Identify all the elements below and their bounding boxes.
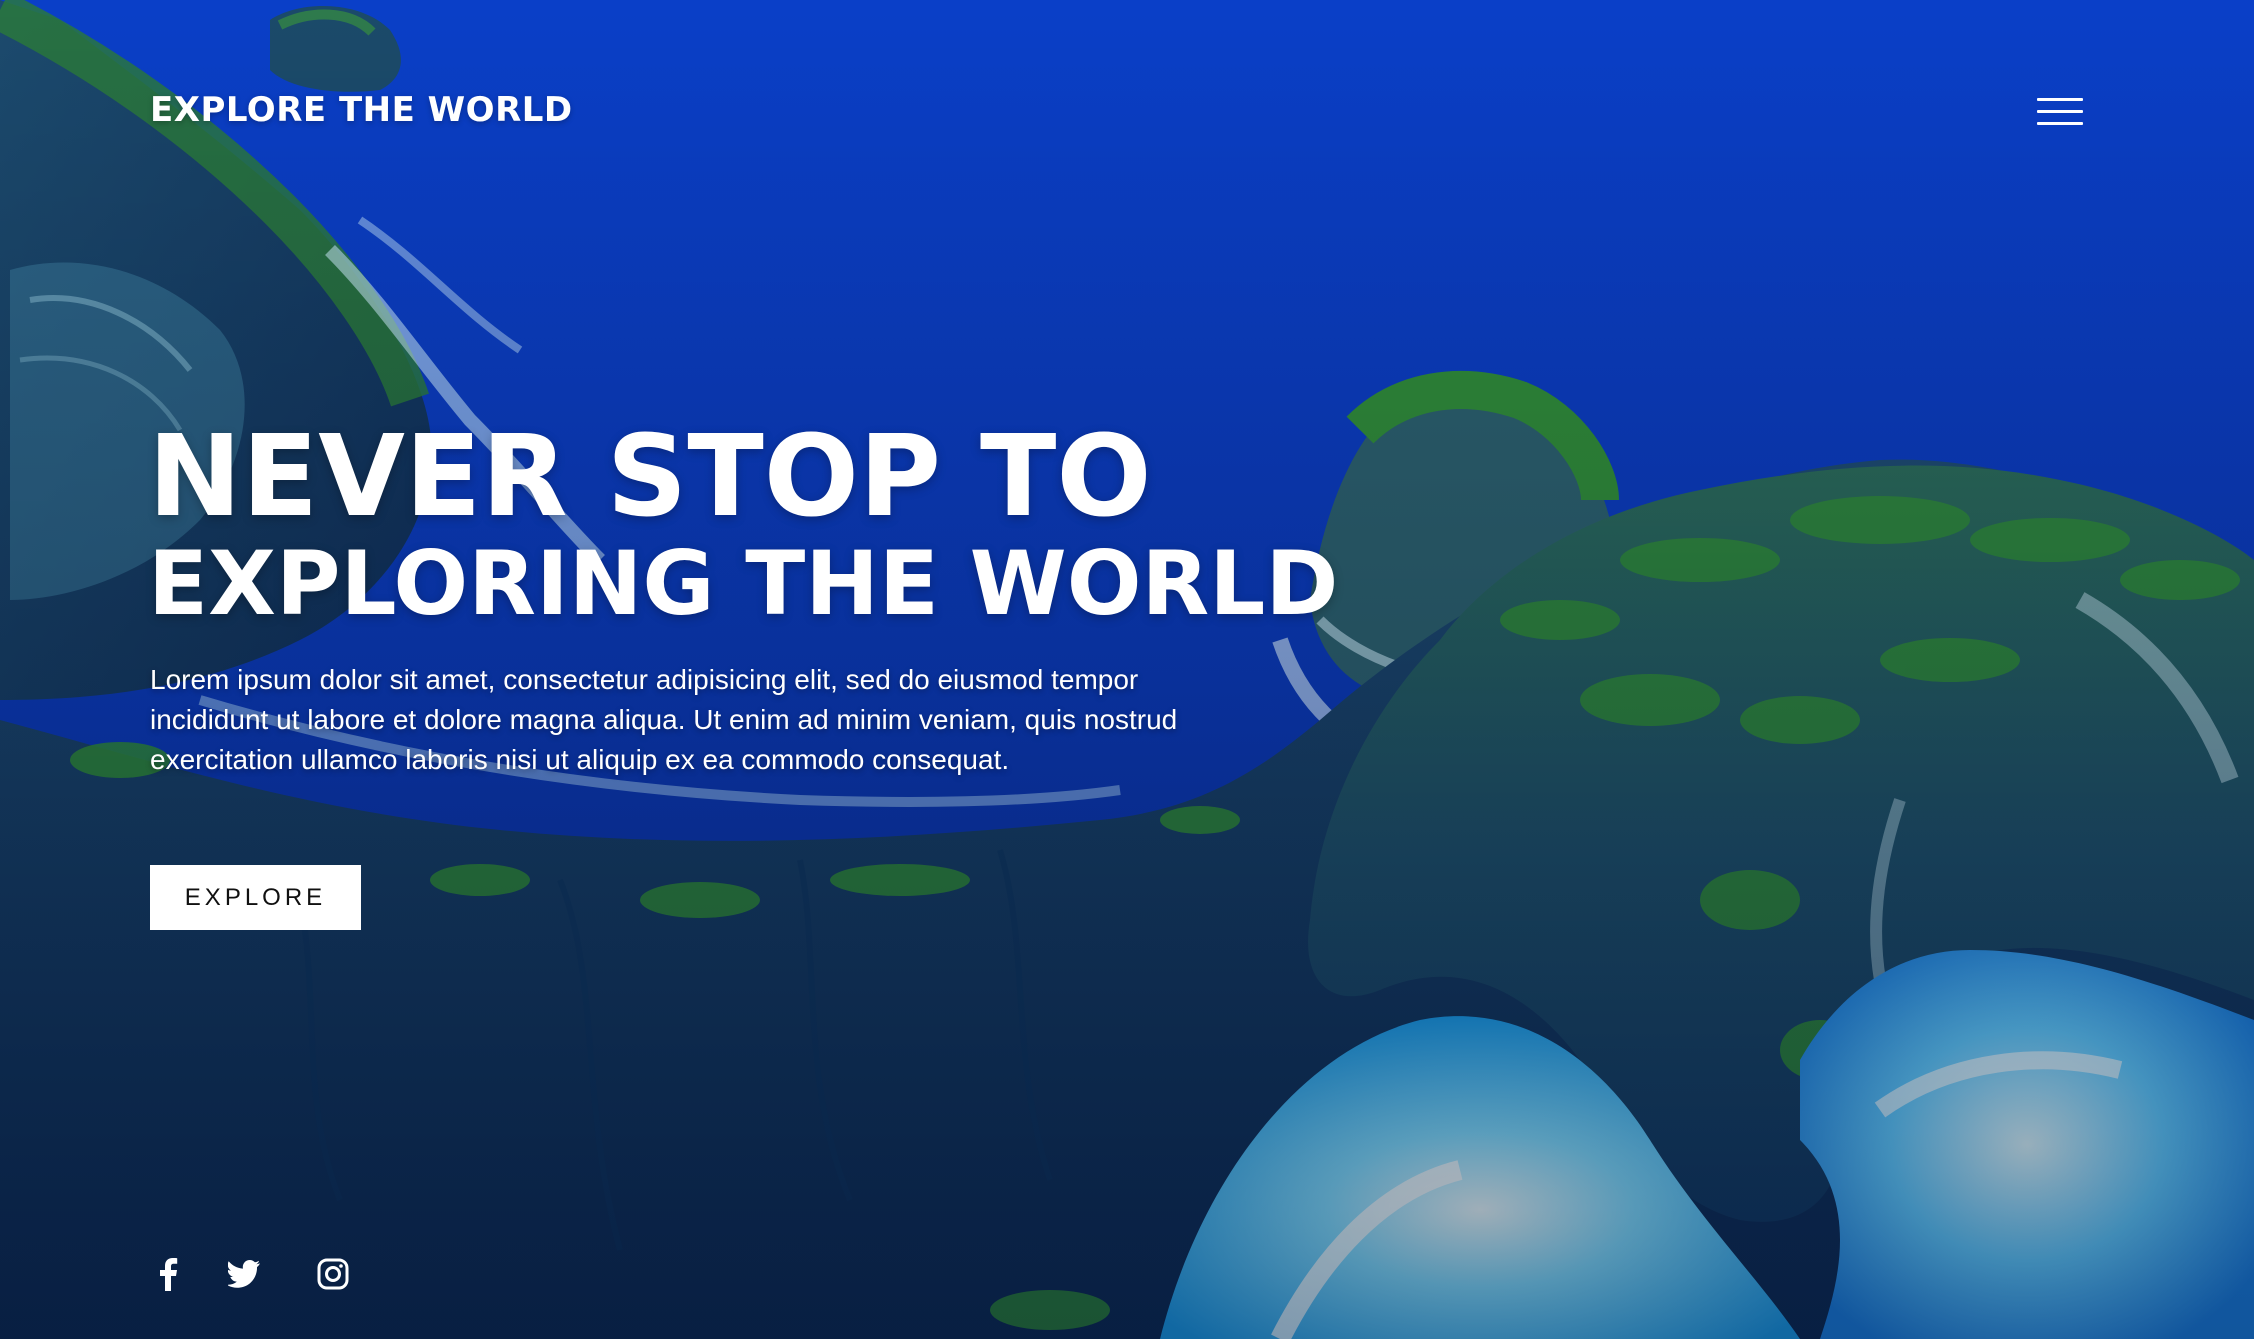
social-links <box>150 1256 410 1292</box>
headline-line-1: NEVER STOP TO <box>148 412 1152 542</box>
hero-section: EXPLORE THE WORLD NEVER STOP TO EXPLORIN… <box>0 0 2254 1339</box>
hero-headline: NEVER STOP TO EXPLORING THE WORLD <box>148 418 1448 632</box>
instagram-icon[interactable] <box>315 1256 351 1292</box>
menu-bar-bottom <box>2037 122 2083 125</box>
hero-description: Lorem ipsum dolor sit amet, consectetur … <box>150 664 1178 775</box>
site-logo-text[interactable]: EXPLORE THE WORLD <box>150 86 573 134</box>
facebook-icon[interactable] <box>150 1256 186 1292</box>
menu-bar-top <box>2037 98 2083 101</box>
top-navigation: EXPLORE THE WORLD <box>150 86 2085 138</box>
menu-bar-middle <box>2037 110 2083 113</box>
hamburger-menu-icon[interactable] <box>2037 92 2085 130</box>
explore-button[interactable]: EXPLORE <box>150 865 361 930</box>
headline-line-2: EXPLORING THE WORLD <box>148 532 1339 635</box>
twitter-icon[interactable] <box>226 1256 262 1292</box>
